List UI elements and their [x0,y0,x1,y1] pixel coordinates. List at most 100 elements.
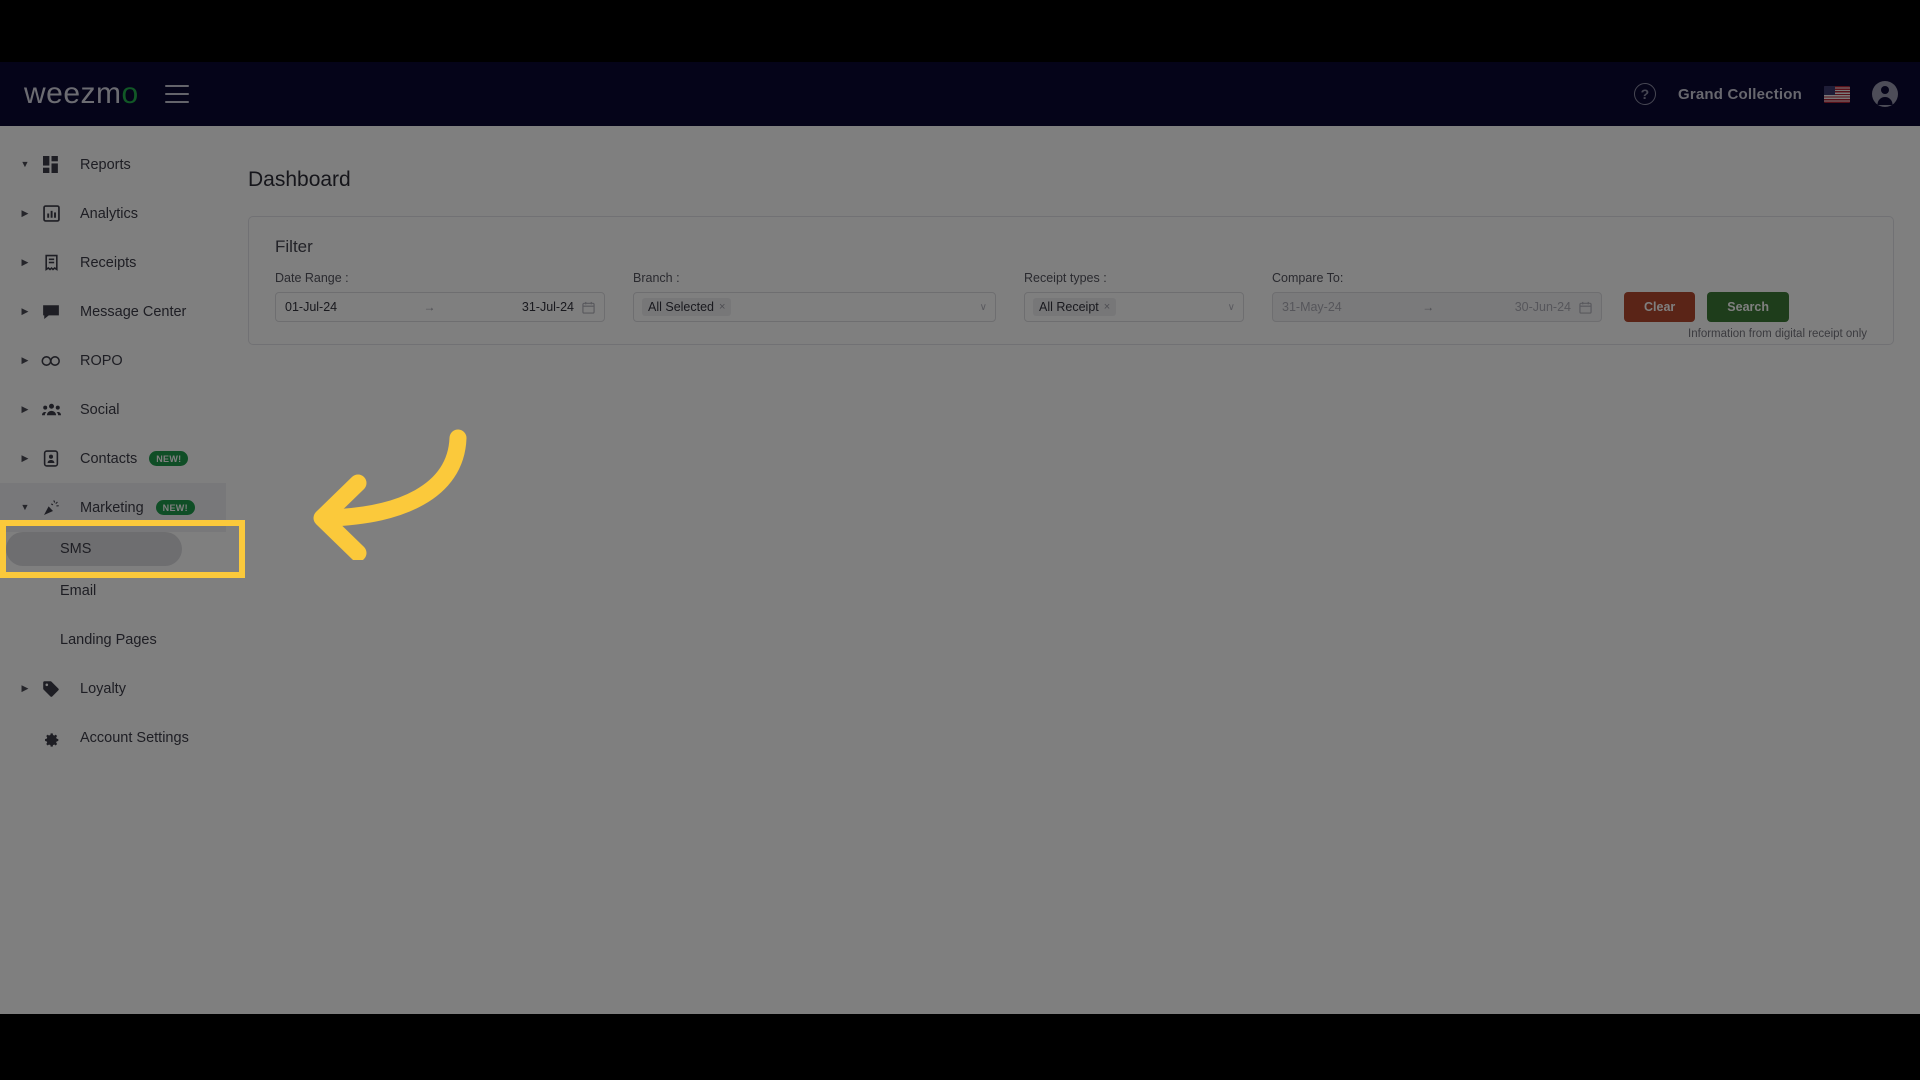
sidebar-item-receipts[interactable]: Receipts [0,238,226,287]
sidebar-subitem-landing-pages[interactable]: Landing Pages [0,615,226,664]
chevron-down-icon[interactable] [18,503,32,512]
compare-start-placeholder[interactable]: 31-May-24 [1282,300,1342,314]
filter-panel-title: Filter [275,237,313,256]
receipt-tag-label: All Receipt [1039,300,1099,314]
sidebar-subitem-label: Email [60,582,97,599]
date-range-input[interactable]: 01-Jul-24 → 31-Jul-24 [275,292,605,322]
logo-accent-letter: o [121,77,139,110]
chevron-down-icon[interactable]: ∨ [980,302,987,313]
gear-icon [38,729,64,747]
people-icon [38,402,64,417]
chevron-right-icon[interactable] [18,405,32,414]
chat-bubble-icon [38,303,64,321]
sidebar-item-label: Loyalty [80,680,126,697]
sidebar-item-label: ROPO [80,352,123,369]
sidebar-subitem-email[interactable]: Email [0,566,226,615]
sidebar-item-analytics[interactable]: Analytics [0,189,226,238]
sidebar-item-loyalty[interactable]: Loyalty [0,664,226,713]
top-navigation-bar: weezm o ? Grand Collection [0,62,1920,126]
sidebar-item-label: Social [80,401,120,418]
compare-to-input[interactable]: 31-May-24 → 30-Jun-24 [1272,292,1602,322]
weezmo-logo[interactable]: weezm o [24,77,139,111]
sidebar-item-label: Marketing [80,499,144,516]
calendar-icon[interactable] [1579,301,1592,314]
branch-label: Branch : [633,271,680,285]
chevron-down-icon[interactable] [18,160,32,169]
sidebar-item-label: Reports [80,156,131,173]
receipt-types-label: Receipt types : [1024,271,1107,285]
close-icon[interactable]: × [719,301,725,313]
dashboard-grid-icon [38,156,64,173]
sidebar-subitem-label: Landing Pages [60,631,157,648]
branch-selected-tag: All Selected × [642,298,732,316]
compare-to-field: Compare To: 31-May-24 → 30-Jun-24 [1272,271,1602,322]
sidebar-item-social[interactable]: Social [0,385,226,434]
compare-to-label: Compare To: [1272,271,1344,285]
letterbox-top [0,0,1920,62]
close-icon[interactable]: × [1104,301,1110,313]
sidebar-item-marketing[interactable]: Marketing NEW! [0,483,226,532]
calendar-icon[interactable] [582,301,595,314]
sidebar-item-reports[interactable]: Reports [0,140,226,189]
compare-end-placeholder[interactable]: 30-Jun-24 [1515,300,1571,314]
sidebar-item-message-center[interactable]: Message Center [0,287,226,336]
chevron-right-icon[interactable] [18,307,32,316]
chevron-down-icon[interactable]: ∨ [1228,302,1235,313]
hamburger-line [164,93,189,95]
contact-card-icon [38,450,64,467]
date-range-start[interactable]: 01-Jul-24 [285,300,337,314]
sidebar-item-label: Account Settings [80,729,189,746]
branch-field: Branch : All Selected × ∨ [633,271,996,322]
branch-select[interactable]: All Selected × ∨ [633,292,996,322]
megaphone-icon [38,499,64,517]
page-title: Dashboard [248,168,351,191]
bar-chart-icon [38,205,64,222]
status-badge-new: NEW! [149,451,189,466]
sidebar-item-contacts[interactable]: Contacts NEW! [0,434,226,483]
date-range-end[interactable]: 31-Jul-24 [522,300,574,314]
logo-text: weezm [24,77,122,110]
chevron-right-icon[interactable] [18,356,32,365]
hamburger-icon[interactable] [164,85,189,103]
letterbox-bottom [0,1014,1920,1080]
chevron-right-icon[interactable] [18,258,32,267]
hamburger-line [164,85,189,87]
search-button[interactable]: Search [1707,292,1789,322]
infinity-icon [38,354,64,368]
hamburger-line [164,101,189,103]
compare-arrow-icon: → [1422,300,1435,314]
help-icon[interactable]: ? [1633,83,1656,105]
sidebar-item-label: Analytics [80,205,139,222]
sidebar-item-account-settings[interactable]: Account Settings [0,713,226,762]
sidebar-item-ropo[interactable]: ROPO [0,336,226,385]
tag-icon [38,680,64,698]
status-badge-new: NEW! [155,500,195,515]
chevron-right-icon[interactable] [18,684,32,693]
account-avatar-icon[interactable] [1872,81,1898,107]
sidebar-item-label: Contacts [80,450,138,467]
main-content-area: Dashboard Filter Date Range : 01-Jul-24 … [226,126,1920,1014]
us-flag-icon[interactable] [1824,85,1850,103]
clear-button[interactable]: Clear [1624,292,1696,322]
sidebar-item-label: Message Center [80,303,187,320]
application-window: weezm o ? Grand Collection ▼ Reports ▶ A… [0,62,1920,1014]
chevron-right-icon[interactable] [18,454,32,463]
filter-panel: Filter Date Range : 01-Jul-24 → 31-Jul-2… [248,216,1894,345]
receipt-types-select[interactable]: All Receipt × ∨ [1024,292,1244,322]
sidebar-item-label: Receipts [80,254,137,271]
chevron-right-icon[interactable] [18,209,32,218]
receipt-icon [38,254,64,271]
screenshot-root: weezm o ? Grand Collection ▼ Reports ▶ A… [0,0,1920,1080]
sidebar-subitem-sms[interactable]: SMS [6,532,182,566]
topbar-right-group: ? Grand Collection [1633,81,1898,107]
sidebar-navigation: Reports Analytics Receipts [0,126,226,1014]
flag-canton [1824,85,1835,95]
date-range-arrow-icon: → [423,300,436,314]
filter-note: Information from digital receipt only [1688,328,1867,340]
receipt-types-selected-tag: All Receipt × [1033,298,1117,316]
branch-tag-label: All Selected [648,300,715,314]
receipt-types-field: Receipt types : All Receipt × ∨ [1024,271,1244,322]
date-range-field: Date Range : 01-Jul-24 → 31-Jul-24 [275,271,605,322]
filter-fields-row: Date Range : 01-Jul-24 → 31-Jul-24 Branc… [275,271,1867,322]
sidebar-subitem-label: SMS [60,541,92,557]
